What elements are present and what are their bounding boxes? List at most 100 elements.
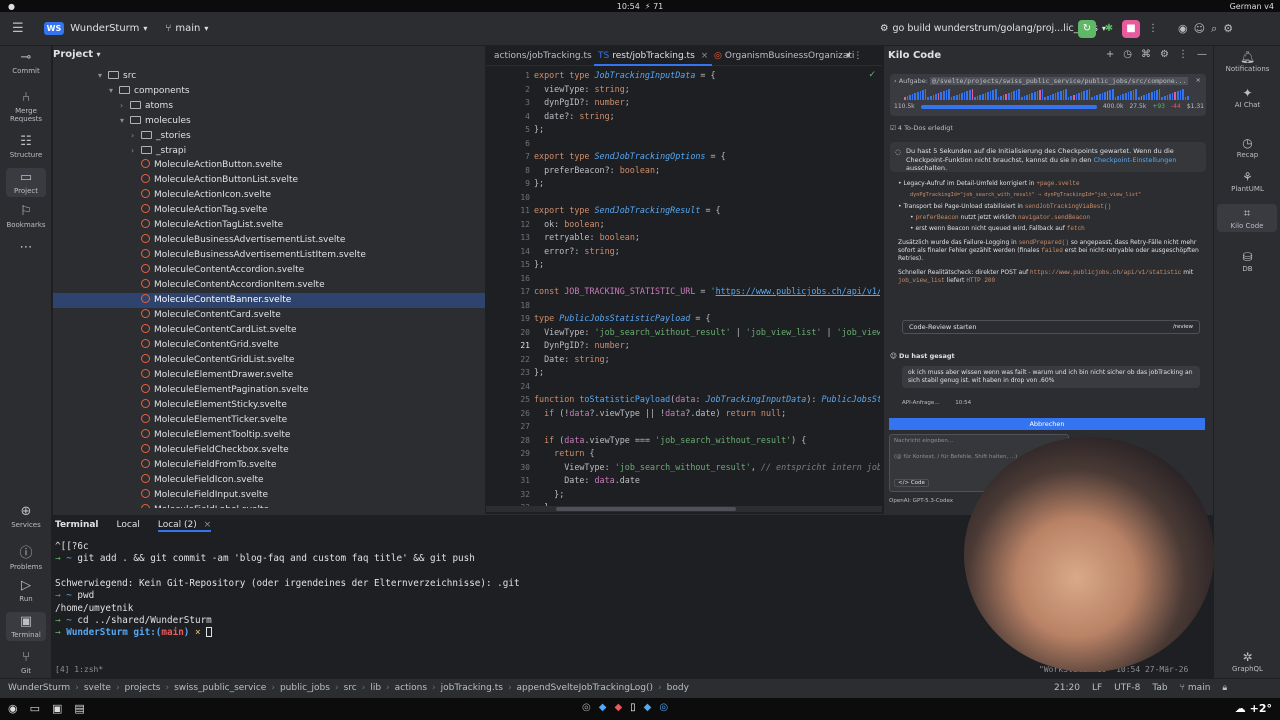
- breadcrumb-item[interactable]: jobTracking.ts: [441, 683, 503, 693]
- tree-folder[interactable]: ▾ molecules: [53, 113, 485, 128]
- terminal-app-icon[interactable]: ▣: [52, 702, 62, 715]
- breadcrumb-item[interactable]: appendSvelteJobTrackingLog(): [517, 683, 653, 693]
- tool-services[interactable]: ⊕ Services: [0, 504, 52, 529]
- tool-structure[interactable]: ☷ Structure: [0, 134, 52, 159]
- app-icon[interactable]: ◆: [599, 702, 607, 713]
- files-icon[interactable]: ▤: [74, 702, 84, 715]
- run-config-selector[interactable]: ⚙ go build wunderstrum/golang/proj...lic…: [880, 23, 1106, 34]
- editor-tab[interactable]: actions/jobTracking.ts: [494, 46, 592, 66]
- tree-file[interactable]: MoleculeContentGridList.svelte: [53, 353, 485, 368]
- tool-notifications[interactable]: 🔔︎ Notifications: [1214, 50, 1280, 73]
- breadcrumb-item[interactable]: WunderSturm: [8, 683, 70, 693]
- tool-bookmarks[interactable]: ⚐ Bookmarks: [0, 204, 52, 229]
- tool-commit[interactable]: ⊸ Commit: [0, 50, 52, 75]
- code-line[interactable]: type PublicJobsStatisticPayload = {: [534, 312, 711, 326]
- code-line[interactable]: ViewType: 'job_search_without_result', /…: [534, 461, 880, 475]
- model-selector[interactable]: OpenAI: GPT-5.3-Codex: [889, 498, 953, 504]
- tree-file[interactable]: MoleculeElementPagination.svelte: [53, 383, 485, 398]
- tool-merge-requests[interactable]: ⑃ Merge Requests: [0, 90, 52, 123]
- code-line[interactable]: date?: string;: [534, 110, 615, 124]
- chevron-right-icon[interactable]: ›: [120, 98, 130, 113]
- new-task-icon[interactable]: +: [1106, 49, 1114, 60]
- editor-tab-active[interactable]: TS rest/jobTracking.ts ×: [594, 46, 713, 66]
- lock-icon[interactable]: 🔒︎: [1222, 683, 1227, 693]
- code-line[interactable]: return {: [534, 447, 594, 461]
- close-icon[interactable]: ×: [1196, 76, 1201, 84]
- branch-selector[interactable]: ⑂ main ▾: [165, 23, 208, 34]
- editor-tab[interactable]: ◎ OrganismBusinessOrganizati: [714, 46, 854, 66]
- tree-file[interactable]: MoleculeContentAccordionItem.svelte: [53, 278, 485, 293]
- tree-file[interactable]: MoleculeFieldCheckbox.svelte: [53, 443, 485, 458]
- breadcrumb-item[interactable]: projects: [125, 683, 161, 693]
- tree-file[interactable]: MoleculeElementTooltip.svelte: [53, 428, 485, 443]
- chevron-down-icon[interactable]: ▾: [109, 83, 119, 98]
- more-tools-icon[interactable]: ⋯: [0, 240, 52, 257]
- code-line[interactable]: };: [534, 258, 544, 272]
- code-line[interactable]: dynPgID?: number;: [534, 96, 630, 110]
- code-line[interactable]: ViewType: 'job_search_without_result' | …: [534, 326, 880, 340]
- cursor-position[interactable]: 21:20: [1054, 683, 1080, 693]
- settings-gear-icon[interactable]: ⚙: [1160, 49, 1169, 60]
- minimize-icon[interactable]: —: [1197, 49, 1207, 60]
- close-icon[interactable]: ×: [204, 520, 212, 530]
- settings-gear-icon[interactable]: ⚙: [1223, 22, 1233, 36]
- tool-kilo-code[interactable]: ⌗ Kilo Code: [1217, 204, 1277, 232]
- tool-git[interactable]: ⑂ Git: [0, 650, 52, 675]
- close-icon[interactable]: ×: [701, 51, 709, 61]
- search-icon[interactable]: ⌕: [1211, 22, 1217, 36]
- tree-file[interactable]: MoleculeElementSticky.svelte: [53, 398, 485, 413]
- breadcrumb-item[interactable]: swiss_public_service: [174, 683, 266, 693]
- tool-graphql[interactable]: ✲ GraphQL: [1214, 650, 1280, 673]
- tree-file[interactable]: MoleculeActionButtonList.svelte: [53, 173, 485, 188]
- code-line[interactable]: error?: string;: [534, 245, 620, 259]
- tool-db[interactable]: ⛁ DB: [1214, 250, 1280, 273]
- code-line[interactable]: DynPgID?: number;: [534, 339, 630, 353]
- run-button[interactable]: ↻: [1078, 19, 1096, 38]
- app-icon[interactable]: ◆: [614, 702, 622, 713]
- api-request-status[interactable]: API-Anfrage... 10:54: [902, 400, 971, 406]
- tree-file[interactable]: MoleculeBusinessAdvertisementList.svelte: [53, 233, 485, 248]
- tree-file[interactable]: MoleculeFieldFromTo.svelte: [53, 458, 485, 473]
- tree-file[interactable]: MoleculeContentCardList.svelte: [53, 323, 485, 338]
- breadcrumb-item[interactable]: actions: [395, 683, 427, 693]
- terminal-prompt[interactable]: → WunderSturm git:(main) ×: [55, 627, 213, 638]
- code-line[interactable]: export type JobTrackingInputData = {: [534, 69, 716, 83]
- tree-file[interactable]: MoleculeBusinessAdvertisementListItem.sv…: [53, 248, 485, 263]
- project-selector[interactable]: WS WunderSturm ▾: [43, 22, 147, 35]
- tool-terminal[interactable]: ▣ Terminal: [6, 612, 46, 641]
- code-line[interactable]: export type SendJobTrackingResult = {: [534, 204, 721, 218]
- chevron-down-icon[interactable]: ▾: [120, 113, 130, 128]
- project-panel-title[interactable]: Project ▾: [53, 49, 101, 60]
- tool-problems[interactable]: ⓘ Problems: [0, 542, 52, 571]
- terminal-tab[interactable]: Local: [117, 520, 140, 532]
- tree-folder[interactable]: ▾ src: [53, 68, 485, 83]
- code-line[interactable]: if (data.viewType === 'job_search_withou…: [534, 434, 806, 448]
- tree-folder[interactable]: › _strapi: [53, 143, 485, 158]
- app-icon[interactable]: ◎: [659, 702, 668, 713]
- code-line[interactable]: };: [534, 177, 544, 191]
- code-line[interactable]: preferBeacon?: boolean;: [534, 164, 660, 178]
- checkpoint-settings-link[interactable]: Checkpoint-Einstellungen: [1093, 156, 1176, 164]
- breadcrumb-item[interactable]: svelte: [84, 683, 111, 693]
- tree-folder[interactable]: ▾ components: [53, 83, 485, 98]
- code-line[interactable]: const JOB_TRACKING_STATISTIC_URL = 'http…: [534, 285, 880, 299]
- account-icon[interactable]: ☺: [1194, 22, 1205, 36]
- code-line[interactable]: function toStatisticPayload(data: JobTra…: [534, 393, 880, 407]
- tool-ai-chat[interactable]: ✦ AI Chat: [1214, 86, 1280, 109]
- cancel-button[interactable]: Abbrechen: [889, 418, 1205, 430]
- code-review-button[interactable]: Code-Review starten/review: [902, 320, 1200, 334]
- tool-recap[interactable]: ◷ Recap: [1214, 136, 1280, 159]
- status-branch[interactable]: ⑂ main: [1180, 683, 1211, 693]
- chevron-right-icon[interactable]: ›: [131, 143, 141, 158]
- tree-folder[interactable]: › _stories: [53, 128, 485, 143]
- tree-file[interactable]: MoleculeContentBanner.svelte: [53, 293, 485, 308]
- code-line[interactable]: ok: boolean;: [534, 218, 605, 232]
- code-line[interactable]: };: [534, 366, 544, 380]
- tree-file[interactable]: MoleculeFieldIcon.svelte: [53, 473, 485, 488]
- code-line[interactable]: export type SendJobTrackingOptions = {: [534, 150, 726, 164]
- indent-setting[interactable]: Tab: [1152, 683, 1167, 693]
- history-icon[interactable]: ◷: [1123, 49, 1132, 60]
- tree-file[interactable]: MoleculeContentCard.svelte: [53, 308, 485, 323]
- horizontal-scrollbar[interactable]: [486, 506, 882, 512]
- breadcrumb-item[interactable]: public_jobs: [280, 683, 330, 693]
